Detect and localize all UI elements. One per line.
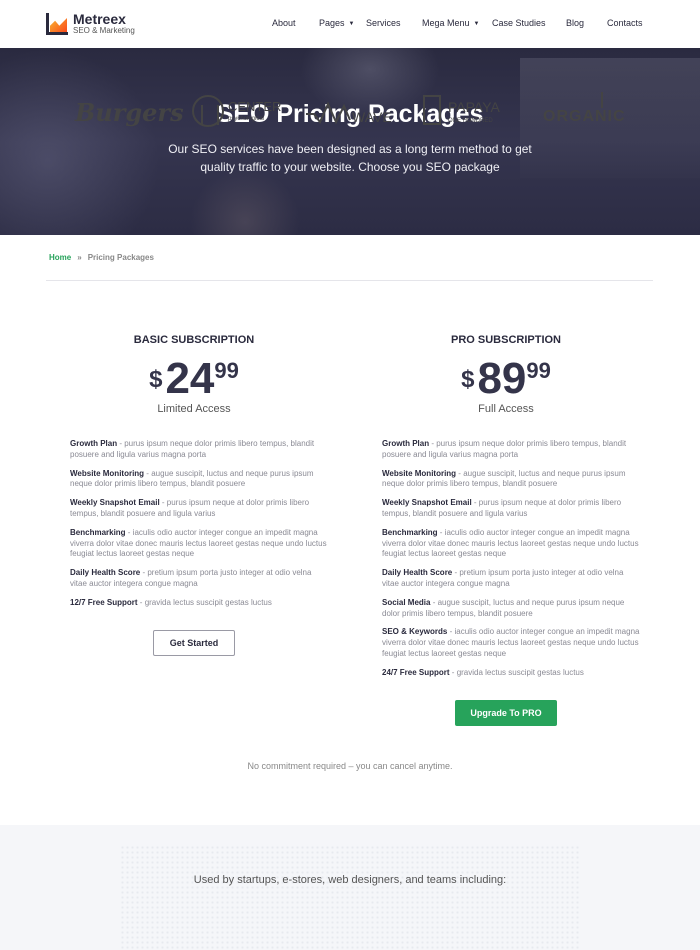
client-logo-center: CENTER psychological xyxy=(192,95,281,127)
feature-item: Daily Health Score - pretium ipsum porta… xyxy=(382,568,624,588)
hero-subtitle: Our SEO services have been designed as a… xyxy=(168,142,532,174)
plan-title: BASIC SUBSCRIPTION xyxy=(133,334,255,346)
feature-item: Growth Plan - purus ipsum neque dolor pr… xyxy=(70,439,315,459)
wave-logo-icon: WAVE xyxy=(306,101,392,125)
feature-item: Weekly Snapshot Email - purus ipsum nequ… xyxy=(382,498,622,518)
client-logo-papaya: PAPAYA ONE HUNDRED xyxy=(423,95,500,125)
feature-item: 24/7 Free Support - gravida lectus susci… xyxy=(382,667,584,677)
nav-item-services[interactable]: Services xyxy=(366,18,401,28)
plan-access: Full Access xyxy=(478,403,534,415)
leaf-icon xyxy=(601,92,607,108)
feature-item: Social Media - augue suscipit, luctus an… xyxy=(382,597,625,618)
feature-list: Growth Plan - purus ipsum neque dolor pr… xyxy=(70,439,330,617)
feature-item: Daily Health Score - pretium ipsum porta… xyxy=(70,568,312,588)
get-started-button[interactable]: Get Started xyxy=(153,630,235,656)
door-logo-icon xyxy=(423,95,441,125)
plan-access: Limited Access xyxy=(157,403,231,415)
caret-down-icon: ▼ xyxy=(348,20,355,27)
caret-down-icon: ▼ xyxy=(473,20,480,27)
clients-title: Used by startups, e-stores, web designer… xyxy=(193,874,507,886)
feature-item: 12/7 Free Support - gravida lectus susci… xyxy=(70,597,272,607)
nav-item-case-studies[interactable]: Case Studies xyxy=(492,18,546,28)
svg-text:WAVE: WAVE xyxy=(352,109,392,125)
clients-section: Used by startups, e-stores, web designer… xyxy=(0,825,700,950)
nav-item-pages[interactable]: Pages ▼ xyxy=(319,18,354,28)
divider xyxy=(46,280,653,281)
commitment-note: No commitment required – you can cancel … xyxy=(247,761,453,771)
plan-price: $2499 xyxy=(149,354,239,403)
columns-logo-icon xyxy=(192,95,224,127)
feature-item: Website Monitoring - augue suscipit, luc… xyxy=(382,468,626,489)
client-logo-wave: WAVE xyxy=(306,100,396,130)
feature-item: Growth Plan - purus ipsum neque dolor pr… xyxy=(382,439,627,459)
hero-banner: SEO Pricing Packages Our SEO services ha… xyxy=(0,48,700,235)
feature-item: Benchmarking - iaculis odio auctor integ… xyxy=(382,527,639,559)
upgrade-to-pro-button[interactable]: Upgrade To PRO xyxy=(455,700,557,726)
nav-item-blog[interactable]: Blog xyxy=(566,18,584,28)
feature-item: Website Monitoring - augue suscipit, luc… xyxy=(70,468,314,489)
client-logo-organic: ORGANIC xyxy=(543,92,626,138)
nav-item-about[interactable]: About xyxy=(272,18,296,28)
feature-item: Benchmarking - iaculis odio auctor integ… xyxy=(70,527,327,559)
plan-title: PRO SUBSCRIPTION xyxy=(450,334,561,346)
main-nav: About Pages ▼ Services Mega Menu ▼ Case St… xyxy=(0,18,700,32)
breadcrumb-home-link[interactable]: Home xyxy=(49,253,71,262)
breadcrumb: Home » Pricing Packages xyxy=(49,253,154,262)
feature-item: SEO & Keywords - iaculis odio auctor int… xyxy=(382,627,640,658)
world-map-background xyxy=(120,845,580,950)
site-header: Metreex SEO & Marketing About Pages ▼ Ser… xyxy=(0,0,700,48)
client-logo-burgers: Burgers xyxy=(75,98,184,127)
breadcrumb-separator: » xyxy=(77,253,82,262)
breadcrumb-current: Pricing Packages xyxy=(87,253,154,262)
plan-price: $8999 xyxy=(461,354,551,403)
nav-item-contacts[interactable]: Contacts xyxy=(607,18,643,28)
feature-item: Weekly Snapshot Email - purus ipsum nequ… xyxy=(70,498,310,518)
feature-list: Growth Plan - purus ipsum neque dolor pr… xyxy=(382,439,642,687)
nav-item-mega-menu[interactable]: Mega Menu ▼ xyxy=(422,18,479,28)
